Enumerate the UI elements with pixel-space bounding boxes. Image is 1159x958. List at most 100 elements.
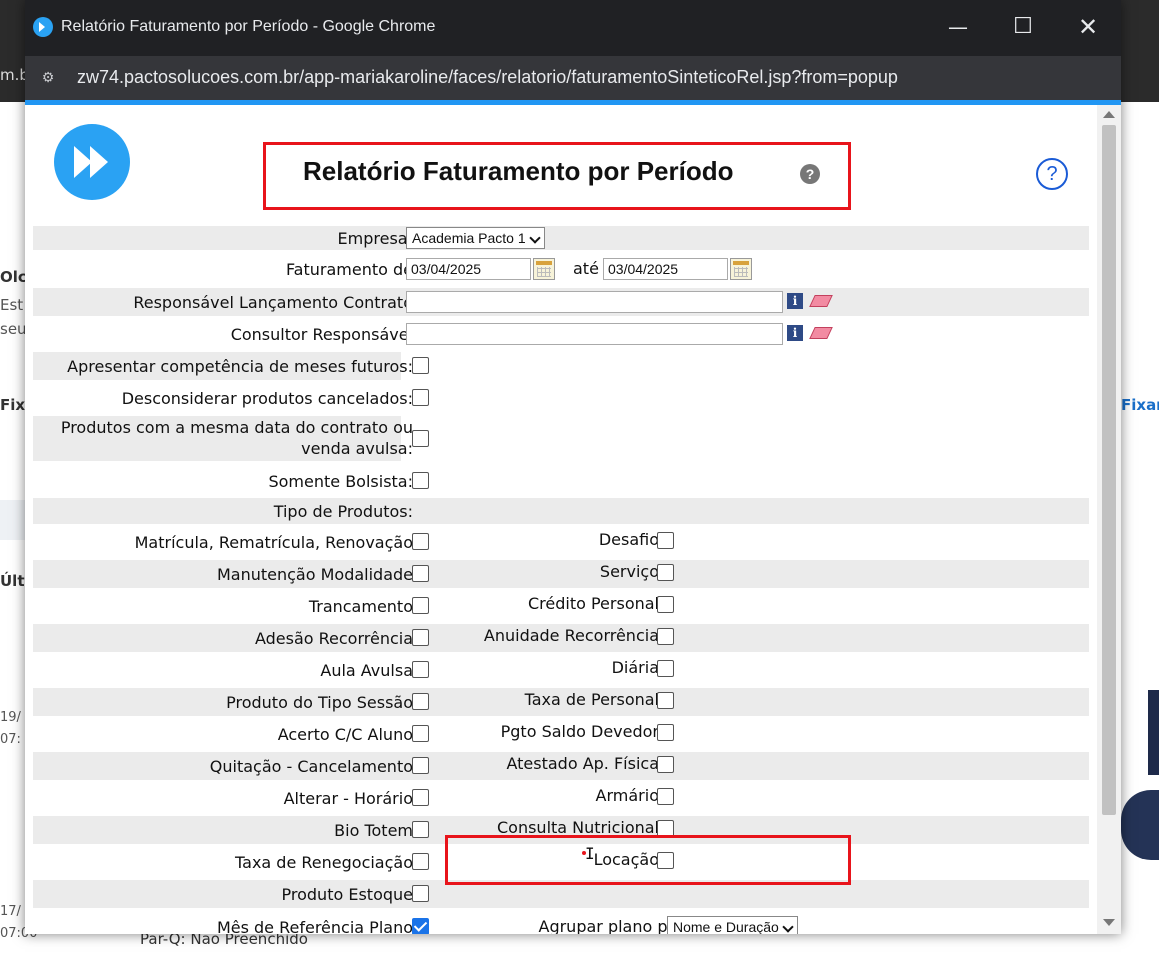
product-left-checkbox[interactable]	[412, 533, 429, 550]
product-left-checkbox[interactable]	[412, 565, 429, 582]
close-icon[interactable]: ✕	[1073, 12, 1103, 42]
product-right-checkbox[interactable]	[657, 532, 674, 549]
maximize-icon[interactable]: ☐	[1008, 12, 1038, 42]
eraser-icon[interactable]	[809, 327, 833, 339]
somente-bolsista-checkbox[interactable]	[412, 472, 429, 489]
product-right-checkbox[interactable]	[657, 788, 674, 805]
product-left-checkbox[interactable]	[412, 693, 429, 710]
product-right-checkbox[interactable]	[657, 692, 674, 709]
consultor-label: Consultor Responsável	[230, 325, 413, 344]
product-left-checkbox[interactable]	[412, 885, 429, 902]
desconsiderar-label: Desconsiderar produtos cancelados:	[121, 389, 413, 408]
product-left-label: Quitação - Cancelamento	[209, 757, 413, 776]
product-left-label: Produto do Tipo Sessão	[226, 693, 413, 712]
minimize-icon[interactable]: —	[943, 12, 973, 42]
product-right-label: Anuidade Recorrência	[483, 626, 659, 645]
product-left-checkbox[interactable]	[412, 853, 429, 870]
bg-fragment: Est	[0, 296, 24, 314]
product-right-checkbox[interactable]	[657, 724, 674, 741]
scroll-up-icon[interactable]	[1103, 111, 1115, 118]
product-left-checkbox[interactable]	[412, 821, 429, 838]
bg-fixar-link[interactable]: Fixar	[1121, 396, 1159, 414]
product-left-label: Matrícula, Rematrícula, Renovação	[134, 533, 413, 552]
ate-label: até	[573, 259, 599, 278]
product-right-label: Armário	[595, 786, 659, 805]
calendar-icon[interactable]	[730, 258, 752, 280]
bg-fragment: seu	[0, 320, 27, 338]
product-right-label: Desafio	[598, 530, 659, 549]
title-help-icon[interactable]: ?	[800, 164, 820, 184]
product-right-label: Atestado Ap. Física	[506, 754, 659, 773]
product-right-label: Crédito Personal	[527, 594, 659, 613]
date-to-input[interactable]: 03/04/2025	[603, 258, 728, 280]
product-right-checkbox[interactable]	[657, 564, 674, 581]
popup-window: Relatório Faturamento por Período - Goog…	[25, 0, 1121, 934]
page-title: Relatório Faturamento por Período	[303, 156, 734, 186]
eraser-icon[interactable]	[809, 295, 833, 307]
info-icon[interactable]: i	[787, 293, 803, 309]
product-right-label: Diária	[611, 658, 659, 677]
product-left-label: Adesão Recorrência	[254, 629, 413, 648]
agrupar-select[interactable]: Nome e Duração	[667, 916, 798, 934]
product-right-checkbox[interactable]	[657, 628, 674, 645]
product-row: Alterar - Horário Armário	[33, 784, 1089, 812]
product-left-label: Taxa de Renegociação	[235, 853, 413, 872]
product-left-label: Bio Totem	[334, 821, 413, 840]
product-left-checkbox[interactable]	[412, 629, 429, 646]
desconsiderar-checkbox[interactable]	[412, 389, 429, 406]
product-right-checkbox[interactable]	[657, 596, 674, 613]
product-row: Produto do Tipo Sessão Taxa de Personal	[33, 688, 1089, 716]
somente-bolsista-label: Somente Bolsista:	[268, 472, 413, 491]
address-bar: ⚙ zw74.pactosolucoes.com.br/app-mariakar…	[25, 56, 1121, 100]
bg-fragment: Olc	[0, 268, 27, 286]
scrollbar[interactable]	[1097, 105, 1121, 934]
product-row: Acerto C/C Aluno Pgto Saldo Devedor	[33, 720, 1089, 748]
product-right-label: Pgto Saldo Devedor	[500, 722, 659, 741]
mesma-data-checkbox[interactable]	[412, 430, 429, 447]
highlight-box-locacao	[445, 835, 851, 885]
row-consultor: Consultor Responsável i	[33, 320, 1089, 348]
bg-band	[0, 500, 25, 540]
empresa-select[interactable]: Academia Pacto 1	[406, 227, 545, 249]
apresentar-checkbox[interactable]	[412, 357, 429, 374]
title-bar: Relatório Faturamento por Período - Goog…	[25, 0, 1121, 56]
calendar-icon[interactable]	[533, 258, 555, 280]
date-from-input[interactable]: 03/04/2025	[406, 258, 531, 280]
scroll-thumb[interactable]	[1102, 125, 1116, 815]
click-indicator	[582, 851, 586, 855]
product-left-label: Acerto C/C Aluno	[277, 725, 413, 744]
product-left-checkbox[interactable]	[412, 789, 429, 806]
help-circle-icon[interactable]: ?	[1036, 158, 1068, 190]
product-right-label: Taxa de Personal	[524, 690, 659, 709]
row-tipo-produtos: Tipo de Produtos:	[33, 498, 1089, 524]
product-left-label: Aula Avulsa	[320, 661, 413, 680]
tipo-produtos-label: Tipo de Produtos:	[273, 502, 413, 521]
product-left-checkbox[interactable]	[412, 725, 429, 742]
consultor-input[interactable]	[406, 323, 783, 345]
product-left-checkbox[interactable]	[412, 661, 429, 678]
empresa-label: Empresa:	[337, 229, 413, 248]
window-title: Relatório Faturamento por Período - Goog…	[61, 18, 436, 35]
product-right-checkbox[interactable]	[657, 756, 674, 773]
bg-fragment: 07:	[0, 732, 21, 747]
site-settings-icon[interactable]: ⚙	[37, 67, 59, 89]
url-text[interactable]: zw74.pactosolucoes.com.br/app-mariakarol…	[77, 67, 898, 88]
mes-referencia-checkbox[interactable]	[412, 918, 429, 934]
product-row: Trancamento Crédito Personal	[33, 592, 1089, 620]
product-left-label: Manutenção Modalidade	[216, 565, 413, 584]
product-right-checkbox[interactable]	[657, 660, 674, 677]
product-left-checkbox[interactable]	[412, 757, 429, 774]
info-icon[interactable]: i	[787, 325, 803, 341]
product-row: Matrícula, Rematrícula, Renovação Desafi…	[33, 528, 1089, 556]
responsavel-input[interactable]	[406, 291, 783, 313]
product-left-checkbox[interactable]	[412, 597, 429, 614]
row-empresa: Empresa: Academia Pacto 1	[33, 226, 1089, 250]
product-row: Quitação - Cancelamento Atestado Ap. Fís…	[33, 752, 1089, 780]
bg-fragment: 17/	[0, 904, 21, 919]
scroll-down-icon[interactable]	[1103, 919, 1115, 926]
row-somente-bolsista: Somente Bolsista:	[33, 466, 1089, 494]
row-desconsiderar: Desconsiderar produtos cancelados:	[33, 384, 1089, 412]
product-row: Adesão Recorrência Anuidade Recorrência	[33, 624, 1089, 652]
responsavel-label: Responsável Lançamento Contrato	[133, 293, 413, 312]
faturamento-label: Faturamento de	[285, 260, 413, 279]
